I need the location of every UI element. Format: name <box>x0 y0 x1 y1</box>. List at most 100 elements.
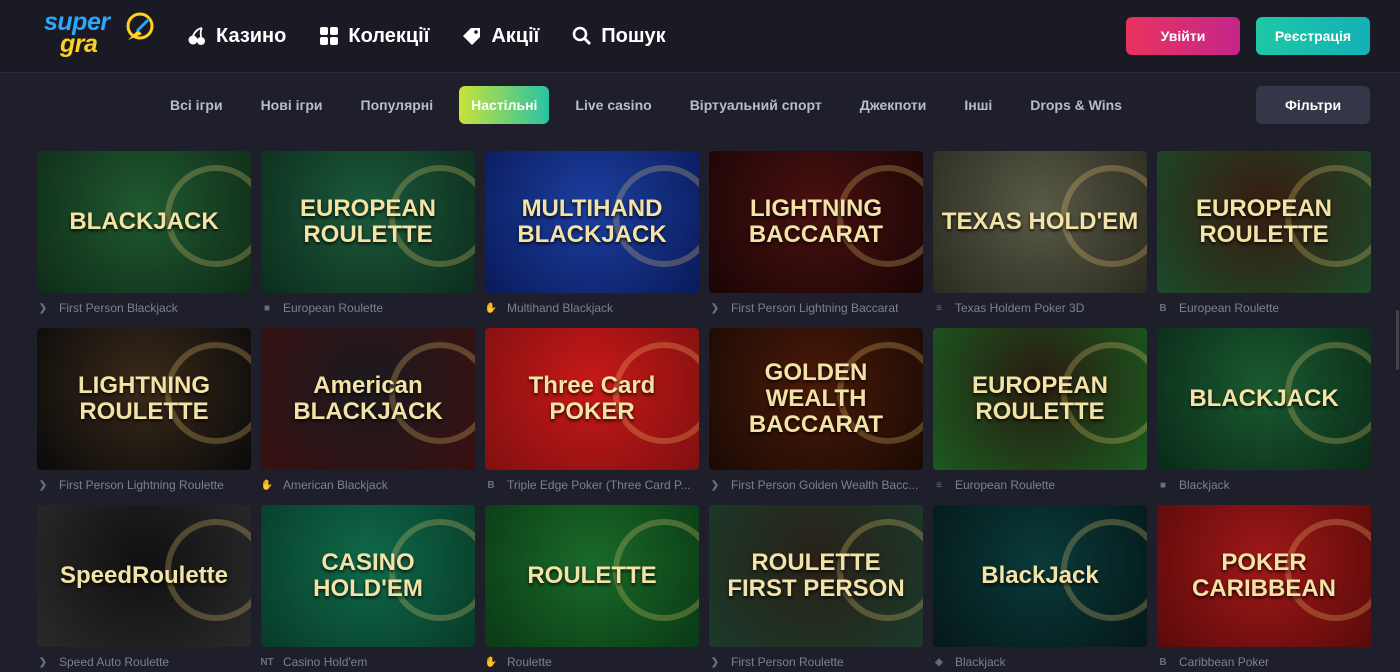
game-thumbnail[interactable]: ROULETTE FIRST PERSON <box>709 505 923 647</box>
game-card[interactable]: LIGHTNING BACCARAT ❯ First Person Lightnin… <box>709 151 923 318</box>
game-meta: B Triple Edge Poker (Three Card P... <box>485 475 699 495</box>
game-name[interactable]: European Roulette <box>1179 301 1279 315</box>
game-name[interactable]: First Person Roulette <box>731 655 844 669</box>
game-thumbnail[interactable]: ROULETTE <box>485 505 699 647</box>
game-card[interactable]: ROULETTE FIRST PERSON ❯ First Person Roule… <box>709 505 923 672</box>
game-card[interactable]: ROULETTE ✋ Roulette <box>485 505 699 672</box>
game-card[interactable]: SpeedRoulette ❯ Speed Auto Roulette <box>37 505 251 672</box>
game-thumbnail[interactable]: Three Card POKER <box>485 328 699 470</box>
play-icon: ❯ <box>38 656 48 668</box>
game-thumbnail[interactable]: BLACKJACK <box>37 151 251 293</box>
login-button[interactable]: Увійти <box>1126 17 1240 55</box>
game-card[interactable]: EUROPEAN ROULETTE ≡ European Roulette <box>933 328 1147 495</box>
game-thumbnail[interactable]: BLACKJACK <box>1157 328 1371 470</box>
game-card[interactable]: American BLACKJACK ✋ American Blackjack <box>261 328 475 495</box>
game-name[interactable]: First Person Golden Wealth Bacc... <box>731 478 918 492</box>
game-name[interactable]: Texas Holdem Poker 3D <box>955 301 1084 315</box>
game-name[interactable]: Triple Edge Poker (Three Card P... <box>507 478 690 492</box>
bs-icon: B <box>1159 302 1167 314</box>
game-thumbnail[interactable]: EUROPEAN ROULETTE <box>1157 151 1371 293</box>
tab-category[interactable]: Нові ігри <box>249 86 335 124</box>
game-thumbnail[interactable]: TEXAS HOLD'EM <box>933 151 1147 293</box>
game-name[interactable]: First Person Blackjack <box>59 301 178 315</box>
logo[interactable]: super gra <box>44 10 159 60</box>
game-name[interactable]: Caribbean Poker <box>1179 655 1269 669</box>
game-name[interactable]: First Person Lightning Baccarat <box>731 301 898 315</box>
game-meta: ❯ First Person Roulette <box>709 652 923 672</box>
game-card[interactable]: TEXAS HOLD'EM ≡ Texas Holdem Poker 3D <box>933 151 1147 318</box>
game-thumbnail[interactable]: LIGHTNING ROULETTE <box>37 328 251 470</box>
game-thumbnail[interactable]: EUROPEAN ROULETTE <box>933 328 1147 470</box>
game-name[interactable]: American Blackjack <box>283 478 388 492</box>
game-thumbnail[interactable]: American BLACKJACK <box>261 328 475 470</box>
filters-button[interactable]: Фільтри <box>1256 86 1370 124</box>
game-art-title: American BLACKJACK <box>293 372 443 425</box>
game-art-title: CASINO HOLD'EM <box>313 549 423 602</box>
scrollbar[interactable] <box>1396 310 1399 370</box>
game-card[interactable]: BlackJack ◈ Blackjack <box>933 505 1147 672</box>
game-thumbnail[interactable]: BlackJack <box>933 505 1147 647</box>
game-thumbnail[interactable]: EUROPEAN ROULETTE <box>261 151 475 293</box>
register-button[interactable]: Реєстрація <box>1256 17 1370 55</box>
game-meta: ✋ American Blackjack <box>261 475 475 495</box>
game-card[interactable]: CASINO HOLD'EM NT Casino Hold'em <box>261 505 475 672</box>
game-art-title: ROULETTE <box>527 562 657 589</box>
game-name[interactable]: First Person Lightning Roulette <box>59 478 224 492</box>
game-art-title: MULTIHAND BLACKJACK <box>517 195 667 248</box>
game-name[interactable]: European Roulette <box>955 478 1055 492</box>
tab-category[interactable]: Drops & Wins <box>1018 86 1134 124</box>
game-name[interactable]: European Roulette <box>283 301 383 315</box>
play-icon: ❯ <box>710 302 720 314</box>
game-card[interactable]: LIGHTNING ROULETTE ❯ First Person Lightnin… <box>37 328 251 495</box>
nav-promotions[interactable]: Акції <box>461 22 539 50</box>
tab-category[interactable]: Популярні <box>349 86 446 124</box>
nav-casino[interactable]: Казино <box>186 22 286 50</box>
main-nav: Казино Колекції Акції Пошук <box>186 22 698 50</box>
game-meta: ✋ Multihand Blackjack <box>485 298 699 318</box>
game-art-title: Three Card POKER <box>528 372 656 425</box>
game-name[interactable]: Blackjack <box>1179 478 1230 492</box>
game-name[interactable]: Roulette <box>507 655 552 669</box>
game-meta: ❯ First Person Lightning Roulette <box>37 475 251 495</box>
game-card[interactable]: POKER CARIBBEAN B Caribbean Poker <box>1157 505 1371 672</box>
tab-category[interactable]: Інші <box>952 86 1004 124</box>
game-meta: ≡ European Roulette <box>933 475 1147 495</box>
game-name[interactable]: Multihand Blackjack <box>507 301 613 315</box>
game-meta: ■ European Roulette <box>261 298 475 318</box>
bars-icon: ≡ <box>936 302 942 314</box>
nav-casino-label: Казино <box>216 24 287 47</box>
game-card[interactable]: EUROPEAN ROULETTE B European Roulette <box>1157 151 1371 318</box>
game-name[interactable]: Speed Auto Roulette <box>59 655 169 669</box>
nav-collections[interactable]: Колекції <box>318 22 429 50</box>
game-thumbnail[interactable]: GOLDEN WEALTH BACCARAT <box>709 328 923 470</box>
game-card[interactable]: BLACKJACK ■ Blackjack <box>1157 328 1371 495</box>
game-card[interactable]: BLACKJACK ❯ First Person Blackjack <box>37 151 251 318</box>
game-name[interactable]: Casino Hold'em <box>283 655 367 669</box>
game-card[interactable]: Three Card POKER B Triple Edge Poker (Thre… <box>485 328 699 495</box>
play-icon: ❯ <box>710 656 720 668</box>
game-card[interactable]: GOLDEN WEALTH BACCARAT ❯ First Person Gold… <box>709 328 923 495</box>
game-card[interactable]: MULTIHAND BLACKJACK ✋ Multihand Blackjack <box>485 151 699 318</box>
tab-category[interactable]: Live casino <box>563 86 663 124</box>
game-thumbnail[interactable]: SpeedRoulette <box>37 505 251 647</box>
tab-category[interactable]: Настільні <box>459 86 550 124</box>
nav-search[interactable]: Пошук <box>571 22 666 50</box>
game-art-title: BlackJack <box>981 562 1099 589</box>
square-icon: ■ <box>263 302 271 314</box>
game-art-title: LIGHTNING ROULETTE <box>78 372 210 425</box>
game-thumbnail[interactable]: CASINO HOLD'EM <box>261 505 475 647</box>
game-art-title: ROULETTE FIRST PERSON <box>727 549 905 602</box>
game-meta: ❯ Speed Auto Roulette <box>37 652 251 672</box>
game-art-title: EUROPEAN ROULETTE <box>1195 195 1333 248</box>
nt-icon: NT <box>261 656 274 668</box>
game-art-title: BLACKJACK <box>69 208 219 235</box>
game-card[interactable]: EUROPEAN ROULETTE ■ European Roulette <box>261 151 475 318</box>
play-icon: ❯ <box>38 479 48 491</box>
tab-category[interactable]: Віртуальний спорт <box>678 86 834 124</box>
tab-category[interactable]: Всі ігри <box>158 86 235 124</box>
game-thumbnail[interactable]: LIGHTNING BACCARAT <box>709 151 923 293</box>
tab-category[interactable]: Джекпоти <box>848 86 939 124</box>
game-name[interactable]: Blackjack <box>955 655 1006 669</box>
game-thumbnail[interactable]: MULTIHAND BLACKJACK <box>485 151 699 293</box>
game-thumbnail[interactable]: POKER CARIBBEAN <box>1157 505 1371 647</box>
